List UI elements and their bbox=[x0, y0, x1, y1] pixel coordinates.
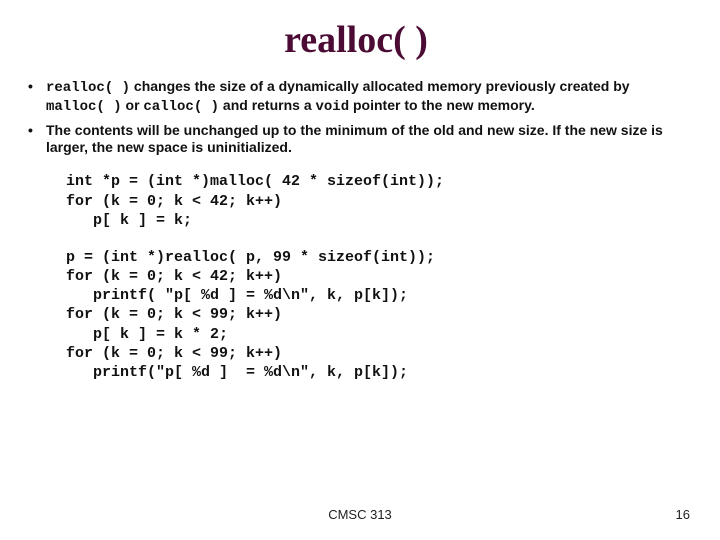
bullet-mono-text: malloc( ) bbox=[46, 99, 122, 115]
slide: realloc( ) realloc( ) changes the size o… bbox=[0, 0, 720, 540]
bullet-item: realloc( ) changes the size of a dynamic… bbox=[26, 78, 686, 116]
bullet-text: The contents will be unchanged up to the… bbox=[46, 122, 663, 155]
bullet-mono-text: realloc( ) bbox=[46, 80, 130, 96]
footer-course: CMSC 313 bbox=[0, 507, 720, 522]
bullet-text: and returns a bbox=[219, 97, 315, 113]
bullet-text: or bbox=[122, 97, 144, 113]
bullet-item: The contents will be unchanged up to the… bbox=[26, 122, 686, 156]
footer-page: 16 bbox=[676, 507, 690, 522]
bullet-mono-text: void bbox=[316, 99, 350, 115]
code-block-1: int *p = (int *)malloc( 42 * sizeof(int)… bbox=[66, 172, 686, 230]
bullet-mono-text: calloc( ) bbox=[143, 99, 219, 115]
bullet-list: realloc( ) changes the size of a dynamic… bbox=[26, 78, 686, 156]
code-block-2: p = (int *)realloc( p, 99 * sizeof(int))… bbox=[66, 248, 686, 382]
slide-title: realloc( ) bbox=[26, 18, 686, 62]
bullet-text: pointer to the new memory. bbox=[349, 97, 535, 113]
bullet-text: changes the size of a dynamically alloca… bbox=[130, 78, 630, 94]
